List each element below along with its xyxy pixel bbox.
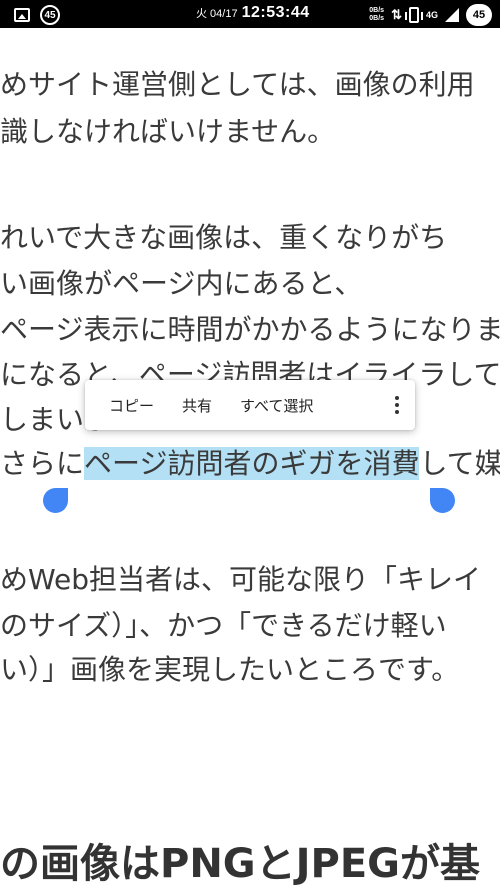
battery-icon: 45 bbox=[466, 4, 492, 26]
text-selection-toolbar: コピー 共有 すべて選択 bbox=[85, 380, 415, 430]
article-line: ページ表示に時間がかかるようになりま bbox=[0, 313, 500, 346]
article-line: れいで大きな画像は、重くなりがち bbox=[0, 221, 448, 254]
gallery-notification-icon bbox=[14, 8, 30, 22]
selection-end-handle[interactable] bbox=[430, 488, 455, 513]
article-line: 識しなければいけません。 bbox=[0, 115, 336, 148]
article-line: のサイズ）」、かつ「できるだけ軽い bbox=[0, 609, 447, 642]
article-line: い画像がページ内にあると、 bbox=[0, 267, 363, 300]
article-line: い）」画像を実現したいところです。 bbox=[0, 653, 460, 686]
data-transfer-icon: ⇅ bbox=[391, 7, 402, 22]
download-speed: 0B/s bbox=[369, 15, 385, 22]
selection-start-handle[interactable] bbox=[43, 488, 68, 513]
signal-icon bbox=[445, 8, 459, 22]
article-line: めサイト運営側としては、画像の利用 bbox=[0, 68, 475, 101]
network-type: 4G bbox=[425, 9, 438, 20]
article-line-with-selection[interactable]: さらにページ訪問者のギガを消費して媒 bbox=[0, 446, 500, 482]
text-after-selection: して媒 bbox=[419, 447, 500, 480]
upload-speed: 0B/s bbox=[369, 7, 385, 14]
vibrate-icon bbox=[404, 7, 423, 23]
section-heading: の画像はPNGとJPEGが基 bbox=[0, 841, 480, 887]
status-left: 45 bbox=[14, 5, 60, 25]
notification-count-icon: 45 bbox=[40, 5, 60, 25]
network-speed: 0B/s 0B/s bbox=[369, 7, 384, 23]
status-date: 火 04/17 bbox=[196, 8, 238, 20]
article-line: めWeb担当者は、可能な限り「キレイ bbox=[0, 563, 482, 596]
status-time: 12:53:44 bbox=[241, 4, 310, 21]
text-before-selection: さらに bbox=[0, 447, 85, 480]
status-clock: 火 04/17 12:53:44 bbox=[196, 4, 310, 22]
status-bar: 45 火 04/17 12:53:44 0B/s 0B/s ⇅ 4G 45 bbox=[0, 0, 500, 28]
selected-text[interactable]: ページ訪問者のギガを消費 bbox=[84, 447, 420, 480]
status-right: 0B/s 0B/s ⇅ 4G 45 bbox=[369, 4, 492, 26]
select-all-button[interactable]: すべて選択 bbox=[226, 380, 327, 430]
share-button[interactable]: 共有 bbox=[168, 380, 226, 430]
more-options-icon[interactable] bbox=[379, 380, 415, 430]
copy-button[interactable]: コピー bbox=[85, 380, 168, 430]
